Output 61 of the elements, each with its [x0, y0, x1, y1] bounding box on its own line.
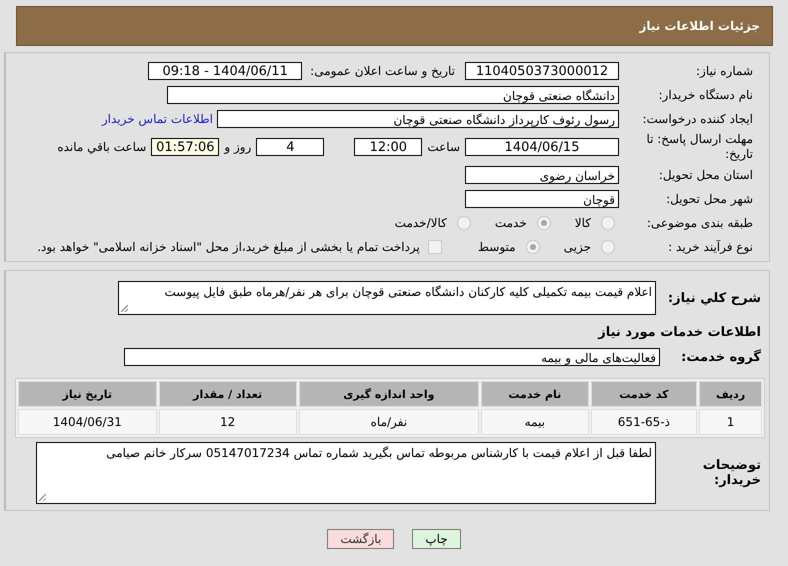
column-header: واحد اندازه گیری [298, 381, 479, 407]
column-header: ردیف [699, 381, 762, 407]
field-label: تاریخ و ساعت اعلان عمومی: [310, 64, 455, 78]
checkbox[interactable] [428, 240, 442, 254]
print-button[interactable]: چاپ [412, 529, 461, 549]
table-cell: بیمه [481, 409, 589, 435]
resize-grip-icon [121, 305, 128, 312]
radio-label: کالا [574, 216, 591, 230]
radio-button[interactable] [526, 240, 540, 254]
radio-label: کالا/خدمت [394, 216, 447, 230]
field-label: نام دستگاه خریدار: [658, 88, 754, 102]
notes-field[interactable]: لطفا قبل از اعلام قیمت با کارشناس مربوطه تماس بگیرید شماره تماس 05147017234 سرکار خانم صیامی [36, 442, 656, 504]
countdown-field[interactable]: 01:57:06 [151, 138, 220, 156]
column-header: نام خدمت [481, 381, 589, 407]
text-field[interactable]: خراسان رضوی [465, 166, 619, 184]
notes-text: لطفا قبل از اعلام قیمت با کارشناس مربوطه تماس بگیرید شماره تماس 05147017234 سرکار خانم صیامی [106, 446, 652, 460]
resize-grip-icon [39, 494, 46, 501]
radio-label: متوسط [478, 240, 516, 254]
text-field[interactable]: 1404/06/11 - 09:18 [148, 62, 302, 80]
radio-button[interactable] [456, 216, 471, 230]
table-cell: ذ-65-651 [590, 409, 698, 435]
field-label: طبقه بندی موضوعی: [646, 216, 754, 230]
table-cell: 12 [158, 409, 297, 435]
text-field[interactable]: 4 [256, 138, 324, 156]
field-label: نوع فرآیند خرید : [667, 240, 754, 254]
text-field[interactable]: دانشگاه صنعتی قوچان [167, 86, 619, 104]
days-label: روز و [224, 140, 252, 154]
payment-note: پرداخت تمام یا بخشی از مبلغ خرید،از محل "اسناد خزانه اسلامی" خواهد بود. [37, 240, 420, 254]
text-field[interactable]: 1104050373000012 [465, 62, 619, 80]
table-cell: 1404/06/31 [18, 409, 157, 435]
text-field[interactable]: رسول رئوف کارپرداز دانشگاه صنعتی قوچان [217, 110, 619, 128]
radio-button[interactable] [536, 216, 551, 230]
contact-link[interactable]: اطلاعات تماس خریدار [102, 112, 213, 126]
column-header: تعداد / مقدار [158, 381, 297, 407]
field-label: شماره نیاز: [695, 64, 754, 78]
column-header: کد خدمت [590, 381, 698, 407]
text-field[interactable]: قوچان [465, 190, 619, 208]
table-cell: نفر/ماه [298, 409, 479, 435]
field-label: توضیحات خریدار: [702, 458, 762, 488]
section-heading: اطلاعات خدمات مورد نیاز [596, 324, 762, 342]
text-field[interactable]: 12:00 [354, 138, 422, 156]
radio-label: جزیی [564, 240, 591, 254]
radio-label: خدمت [494, 216, 527, 230]
description-text: اعلام قیمت بیمه تکمیلی کلیه کارکنان دانشگاه صنعتی قوچان برای هر نفر/هرماه طبق فایل پیوست [164, 285, 652, 299]
column-header: تاریخ نیاز [18, 381, 157, 407]
remaining-label: ساعت باقي مانده [57, 140, 146, 154]
table-cell: 1 [699, 409, 762, 435]
radio-button[interactable] [601, 216, 615, 230]
page-title: جزئیات اطلاعات نیاز [639, 19, 760, 33]
back-button[interactable]: بازگشت [327, 529, 394, 549]
field-label: شرح کلي نیاز: [666, 290, 762, 306]
service-group-field[interactable]: فعالیت‌های مالی و بیمه [124, 348, 660, 366]
field-label: گروه خدمت: [680, 350, 762, 364]
field-label: استان محل تحویل: [658, 168, 754, 182]
radio-button[interactable] [601, 240, 615, 254]
field-label: ایجاد کننده درخواست: [641, 112, 754, 126]
field-label: مهلت ارسال پاسخ: تا تاریخ: [645, 132, 754, 162]
text-field[interactable]: 1404/06/15 [465, 138, 619, 156]
time-label: ساعت [427, 140, 460, 154]
field-label: شهر محل تحویل: [665, 192, 754, 206]
description-field[interactable]: اعلام قیمت بیمه تکمیلی کلیه کارکنان دانشگاه صنعتی قوچان برای هر نفر/هرماه طبق فایل پیوست [118, 281, 656, 315]
